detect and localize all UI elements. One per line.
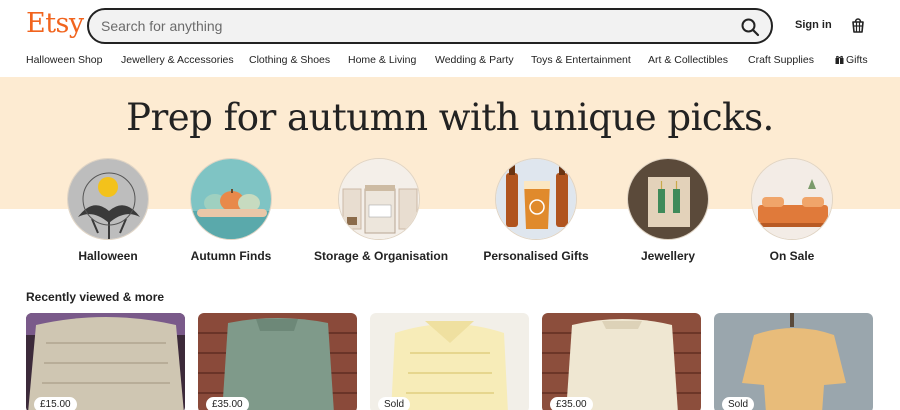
nav-item-clothing-shoes[interactable]: Clothing & Shoes bbox=[249, 54, 330, 66]
hero-title: Prep for autumn with unique picks. bbox=[126, 96, 774, 139]
category-image bbox=[627, 158, 709, 240]
recently-viewed-heading: Recently viewed & more bbox=[26, 290, 165, 304]
category-storage-organisation[interactable]: Storage & Organisation bbox=[314, 158, 449, 263]
listing-image bbox=[714, 313, 873, 410]
search-input[interactable] bbox=[101, 16, 701, 36]
price-badge: £15.00 bbox=[34, 397, 77, 410]
category-halloween[interactable]: Halloween bbox=[43, 158, 173, 263]
listing-card[interactable]: £35.00 bbox=[542, 313, 701, 410]
category-image bbox=[338, 158, 420, 240]
category-label: Storage & Organisation bbox=[314, 249, 449, 263]
sold-badge: Sold bbox=[722, 397, 755, 410]
cart-icon[interactable] bbox=[848, 15, 868, 35]
nav-item-craft-supplies[interactable]: Craft Supplies bbox=[748, 54, 814, 66]
listing-image bbox=[542, 313, 701, 410]
listing-card[interactable]: Sold bbox=[370, 313, 529, 410]
nav-item-home-living[interactable]: Home & Living bbox=[348, 54, 416, 66]
category-label: Halloween bbox=[78, 249, 138, 263]
etsy-logo[interactable]: Etsy bbox=[26, 8, 84, 39]
gift-icon bbox=[835, 55, 844, 64]
category-image bbox=[190, 158, 272, 240]
category-label: On Sale bbox=[769, 249, 815, 263]
category-image bbox=[67, 158, 149, 240]
category-label: Jewellery bbox=[640, 249, 696, 263]
nav-item-gifts[interactable]: Gifts bbox=[835, 54, 868, 66]
nav-item-toys-entertainment[interactable]: Toys & Entertainment bbox=[531, 54, 631, 66]
category-nav: Halloween Shop Jewellery & Accessories C… bbox=[0, 50, 900, 72]
category-jewellery[interactable]: Jewellery bbox=[603, 158, 733, 263]
category-autumn-finds[interactable]: Autumn Finds bbox=[166, 158, 296, 263]
category-on-sale[interactable]: On Sale bbox=[727, 158, 857, 263]
category-image bbox=[751, 158, 833, 240]
listing-card[interactable]: Sold bbox=[714, 313, 873, 410]
listing-card[interactable]: £15.00 bbox=[26, 313, 185, 410]
listing-card[interactable]: £35.00 bbox=[198, 313, 357, 410]
category-image bbox=[495, 158, 577, 240]
search-bar[interactable] bbox=[87, 8, 773, 44]
nav-item-jewellery-accessories[interactable]: Jewellery & Accessories bbox=[121, 54, 234, 66]
nav-item-halloween-shop[interactable]: Halloween Shop bbox=[26, 54, 102, 66]
listing-image bbox=[26, 313, 185, 410]
nav-item-gifts-label: Gifts bbox=[846, 54, 868, 66]
sold-badge: Sold bbox=[378, 397, 411, 410]
category-personalised-gifts[interactable]: Personalised Gifts bbox=[471, 158, 601, 263]
header: Etsy Sign in bbox=[0, 0, 900, 50]
category-label: Personalised Gifts bbox=[483, 249, 589, 263]
listing-image bbox=[198, 313, 357, 410]
price-badge: £35.00 bbox=[550, 397, 593, 410]
price-badge: £35.00 bbox=[206, 397, 249, 410]
listing-image bbox=[370, 313, 529, 410]
nav-item-art-collectibles[interactable]: Art & Collectibles bbox=[648, 54, 728, 66]
search-icon[interactable] bbox=[737, 14, 763, 40]
sign-in-link[interactable]: Sign in bbox=[795, 19, 832, 31]
nav-item-wedding-party[interactable]: Wedding & Party bbox=[435, 54, 514, 66]
category-label: Autumn Finds bbox=[190, 249, 272, 263]
